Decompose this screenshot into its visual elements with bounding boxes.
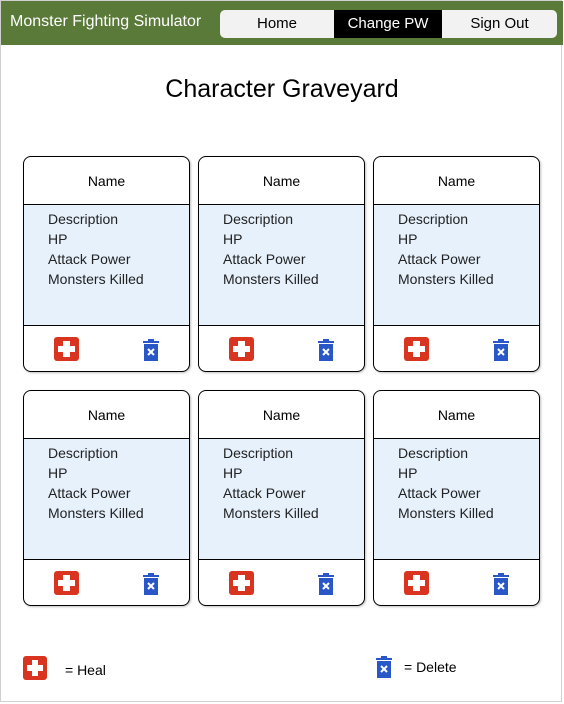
heal-button[interactable] xyxy=(54,571,79,595)
card-details: Description HP Attack Power Monsters Kil… xyxy=(24,205,189,326)
card-description: Description xyxy=(48,211,119,227)
trash-delete-icon[interactable] xyxy=(493,573,509,595)
heal-button[interactable] xyxy=(404,571,429,595)
trash-delete-icon[interactable] xyxy=(143,339,159,361)
card-description: Description xyxy=(223,445,294,461)
card-attack-power: Attack Power xyxy=(223,485,306,501)
card-details: Description HP Attack Power Monsters Kil… xyxy=(199,439,364,560)
card-monsters-killed: Monsters Killed xyxy=(398,505,494,521)
card-description: Description xyxy=(398,211,469,227)
nav-sign-out-button[interactable]: Sign Out xyxy=(442,10,557,38)
card-hp: HP xyxy=(398,465,418,481)
card-monsters-killed: Monsters Killed xyxy=(48,505,144,521)
character-card: Name Description HP Attack Power Monster… xyxy=(198,156,365,372)
app-header: Monster Fighting Simulator Home Change P… xyxy=(1,1,563,45)
card-hp: HP xyxy=(398,231,418,247)
card-name: Name xyxy=(199,157,364,205)
trash-delete-icon[interactable] xyxy=(143,573,159,595)
trash-delete-icon[interactable] xyxy=(318,339,334,361)
trash-delete-icon[interactable] xyxy=(493,339,509,361)
legend-heal-icon xyxy=(23,656,47,680)
card-actions xyxy=(24,560,189,605)
legend-trash-icon xyxy=(376,656,392,678)
card-hp: HP xyxy=(223,465,243,481)
legend-delete-label: = Delete xyxy=(404,659,457,675)
card-attack-power: Attack Power xyxy=(398,485,481,501)
card-name: Name xyxy=(374,157,539,205)
card-name: Name xyxy=(199,391,364,439)
card-actions xyxy=(374,560,539,605)
character-card: Name Description HP Attack Power Monster… xyxy=(373,156,540,372)
card-attack-power: Attack Power xyxy=(48,251,131,267)
heal-button[interactable] xyxy=(54,337,79,361)
card-attack-power: Attack Power xyxy=(223,251,306,267)
card-name: Name xyxy=(24,157,189,205)
card-details: Description HP Attack Power Monsters Kil… xyxy=(374,439,539,560)
card-details: Description HP Attack Power Monsters Kil… xyxy=(24,439,189,560)
legend-heal-label: = Heal xyxy=(65,662,106,678)
card-actions xyxy=(199,560,364,605)
card-monsters-killed: Monsters Killed xyxy=(48,271,144,287)
card-attack-power: Attack Power xyxy=(48,485,131,501)
card-hp: HP xyxy=(48,231,68,247)
card-monsters-killed: Monsters Killed xyxy=(223,505,319,521)
card-name: Name xyxy=(24,391,189,439)
character-card: Name Description HP Attack Power Monster… xyxy=(198,390,365,606)
card-details: Description HP Attack Power Monsters Kil… xyxy=(374,205,539,326)
card-monsters-killed: Monsters Killed xyxy=(398,271,494,287)
card-hp: HP xyxy=(223,231,243,247)
card-description: Description xyxy=(223,211,294,227)
heal-button[interactable] xyxy=(229,337,254,361)
card-attack-power: Attack Power xyxy=(398,251,481,267)
card-name: Name xyxy=(374,391,539,439)
card-description: Description xyxy=(48,445,119,461)
character-card: Name Description HP Attack Power Monster… xyxy=(23,390,190,606)
heal-button[interactable] xyxy=(404,337,429,361)
card-hp: HP xyxy=(48,465,68,481)
nav-bar: Home Change PW Sign Out xyxy=(220,10,557,38)
trash-delete-icon[interactable] xyxy=(318,573,334,595)
card-description: Description xyxy=(398,445,469,461)
card-actions xyxy=(199,326,364,371)
character-card: Name Description HP Attack Power Monster… xyxy=(23,156,190,372)
card-actions xyxy=(374,326,539,371)
page-title: Character Graveyard xyxy=(165,75,399,103)
nav-change-pw-button[interactable]: Change PW xyxy=(334,10,442,38)
card-actions xyxy=(24,326,189,371)
app-title: Monster Fighting Simulator xyxy=(10,13,202,30)
heal-button[interactable] xyxy=(229,571,254,595)
nav-home-button[interactable]: Home xyxy=(220,10,334,38)
card-monsters-killed: Monsters Killed xyxy=(223,271,319,287)
character-card: Name Description HP Attack Power Monster… xyxy=(373,390,540,606)
card-details: Description HP Attack Power Monsters Kil… xyxy=(199,205,364,326)
